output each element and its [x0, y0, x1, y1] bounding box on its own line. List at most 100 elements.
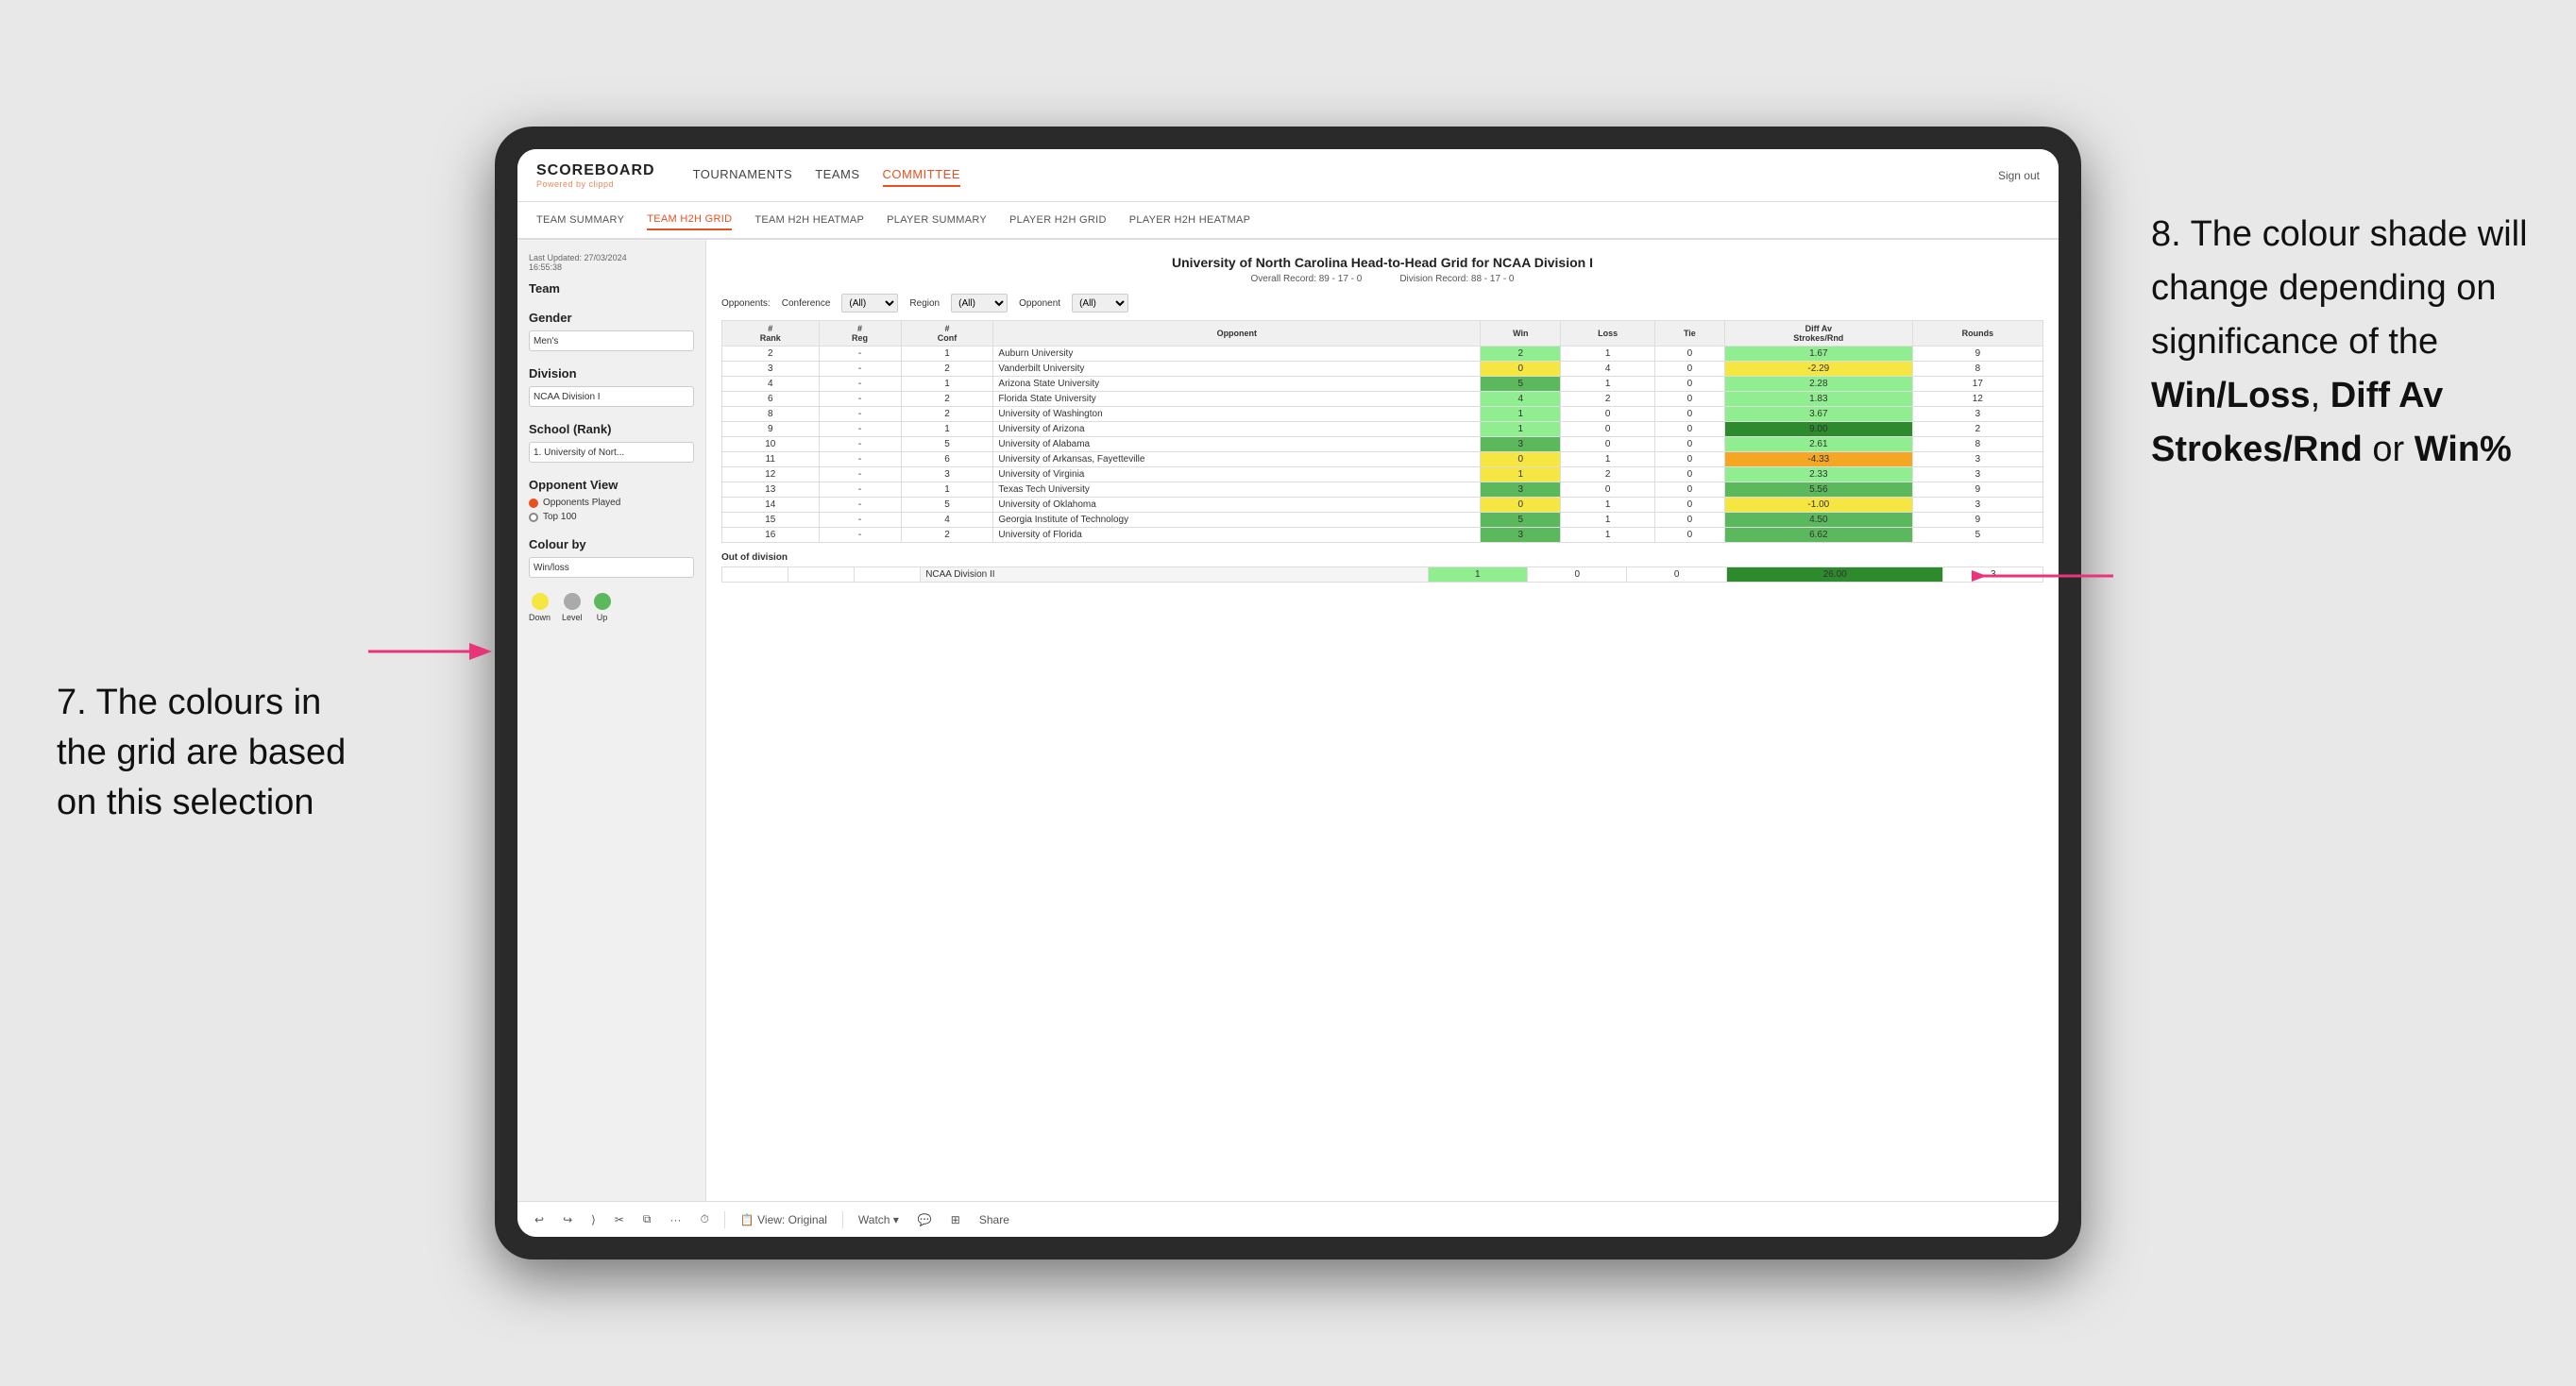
toolbar-divider2 — [842, 1211, 843, 1228]
radio-dot-played — [529, 499, 538, 508]
out-division-name: NCAA Division II — [921, 567, 1428, 583]
tab-player-summary[interactable]: PLAYER SUMMARY — [887, 211, 987, 229]
grid-subtitle: Overall Record: 89 - 17 - 0 Division Rec… — [721, 274, 2043, 284]
arrow-left-svg — [364, 623, 496, 680]
school-select[interactable]: 1. University of Nort... — [529, 442, 694, 463]
watch-button[interactable]: Watch ▾ — [855, 1211, 903, 1228]
annotation-left: 7. The colours in the grid are based on … — [57, 678, 359, 829]
tablet-screen: SCOREBOARD Powered by clippd TOURNAMENTS… — [517, 149, 2059, 1237]
cut-button[interactable]: ✂ — [611, 1211, 628, 1228]
out-of-division-row: NCAA Division II 1 0 0 26.00 3 — [722, 567, 2043, 583]
division-select[interactable]: NCAA Division I — [529, 386, 694, 407]
copy-button[interactable]: ⧉ — [639, 1210, 655, 1228]
colour-by-label: Colour by — [529, 537, 694, 551]
col-diff: Diff AvStrokes/Rnd — [1724, 321, 1912, 346]
toolbar-divider — [724, 1211, 725, 1228]
share-button[interactable]: Share — [975, 1211, 1013, 1228]
nav-teams[interactable]: TEAMS — [815, 163, 859, 187]
table-row: 4 - 1 Arizona State University 5 1 0 2.2… — [722, 377, 2043, 392]
col-rounds: Rounds — [1912, 321, 2042, 346]
legend-level: Level — [562, 593, 583, 622]
col-rank: #Rank — [722, 321, 820, 346]
radio-top100[interactable]: Top 100 — [529, 512, 694, 522]
legend-level-circle — [564, 593, 581, 610]
division-section: Division NCAA Division I — [529, 366, 694, 407]
page-wrapper: 7. The colours in the grid are based on … — [0, 0, 2576, 1386]
sign-out-button[interactable]: Sign out — [1998, 169, 2040, 182]
col-conf: #Conf — [901, 321, 993, 346]
more-button[interactable]: ··· — [666, 1211, 685, 1228]
clock-button[interactable]: ⏱ — [696, 1210, 712, 1228]
forward-button[interactable]: ⟩ — [587, 1211, 600, 1228]
filter-row: Opponents: Conference (All) Region (All)… — [721, 294, 2043, 313]
arrow-right-svg — [1972, 548, 2123, 604]
radio-dot-top100 — [529, 513, 538, 522]
last-updated: Last Updated: 27/03/2024 16:55:38 — [529, 253, 694, 272]
nav-tournaments[interactable]: TOURNAMENTS — [693, 163, 793, 187]
colour-by-select[interactable]: Win/loss — [529, 557, 694, 578]
legend-up-circle — [594, 593, 611, 610]
tab-team-summary[interactable]: TEAM SUMMARY — [536, 211, 624, 229]
out-division-win: 1 — [1428, 567, 1527, 583]
table-row: 9 - 1 University of Arizona 1 0 0 9.00 2 — [722, 422, 2043, 437]
gender-select[interactable]: Men's — [529, 330, 694, 351]
team-label: Team — [529, 281, 694, 296]
redo-button[interactable]: ↪ — [559, 1211, 576, 1228]
opponent-view-section: Opponent View Opponents Played Top 100 — [529, 478, 694, 522]
logo-sub: Powered by clippd — [536, 179, 655, 189]
comments-button[interactable]: 💬 — [914, 1211, 936, 1228]
out-division-tie: 0 — [1627, 567, 1726, 583]
legend-down-circle — [532, 593, 549, 610]
navbar: SCOREBOARD Powered by clippd TOURNAMENTS… — [517, 149, 2059, 202]
table-row: 11 - 6 University of Arkansas, Fayettevi… — [722, 452, 2043, 467]
nav-committee[interactable]: COMMITTEE — [883, 163, 961, 187]
col-loss: Loss — [1561, 321, 1654, 346]
tab-player-h2h-grid[interactable]: PLAYER H2H GRID — [1009, 211, 1107, 229]
colour-by-section: Colour by Win/loss — [529, 537, 694, 578]
table-row: 8 - 2 University of Washington 1 0 0 3.6… — [722, 407, 2043, 422]
conference-label: Conference — [782, 298, 831, 309]
opponent-view-label: Opponent View — [529, 478, 694, 492]
table-row: 2 - 1 Auburn University 2 1 0 1.67 9 — [722, 346, 2043, 362]
tab-player-h2h-heatmap[interactable]: PLAYER H2H HEATMAP — [1129, 211, 1250, 229]
annotation-left-text: 7. The colours in the grid are based on … — [57, 683, 346, 822]
h2h-table: #Rank #Reg #Conf Opponent Win Loss Tie D… — [721, 320, 2043, 543]
conference-filter[interactable]: (All) — [841, 294, 898, 313]
left-panel: Last Updated: 27/03/2024 16:55:38 Team G… — [517, 240, 706, 1201]
grid-area: University of North Carolina Head-to-Hea… — [706, 240, 2059, 1201]
division-label: Division — [529, 366, 694, 380]
col-opponent: Opponent — [993, 321, 1481, 346]
table-row: 16 - 2 University of Florida 3 1 0 6.62 … — [722, 528, 2043, 543]
out-of-division-table: NCAA Division II 1 0 0 26.00 3 — [721, 566, 2043, 583]
legend-up: Up — [594, 593, 611, 622]
layout-button[interactable]: ⊞ — [947, 1211, 964, 1228]
annotation-right: 8. The colour shade will change dependin… — [2151, 208, 2548, 477]
grid-title: University of North Carolina Head-to-Hea… — [721, 255, 2043, 270]
school-label: School (Rank) — [529, 422, 694, 436]
school-section: School (Rank) 1. University of Nort... — [529, 422, 694, 463]
radio-opponents-played[interactable]: Opponents Played — [529, 498, 694, 508]
region-filter[interactable]: (All) — [951, 294, 1008, 313]
table-row: 3 - 2 Vanderbilt University 0 4 0 -2.29 … — [722, 362, 2043, 377]
legend-row: Down Level Up — [529, 593, 694, 622]
tab-team-h2h-grid[interactable]: TEAM H2H GRID — [647, 210, 732, 230]
col-tie: Tie — [1654, 321, 1724, 346]
team-section: Team — [529, 281, 694, 296]
out-of-division-label: Out of division — [721, 552, 2043, 563]
logo-title: SCOREBOARD — [536, 162, 655, 179]
annotation-bold3: Win% — [2415, 430, 2512, 469]
gender-label: Gender — [529, 311, 694, 325]
main-content: Last Updated: 27/03/2024 16:55:38 Team G… — [517, 240, 2059, 1201]
tab-team-h2h-heatmap[interactable]: TEAM H2H HEATMAP — [754, 211, 864, 229]
table-row: 13 - 1 Texas Tech University 3 0 0 5.56 … — [722, 482, 2043, 498]
table-row: 10 - 5 University of Alabama 3 0 0 2.61 … — [722, 437, 2043, 452]
undo-button[interactable]: ↩ — [531, 1211, 548, 1228]
annotation-right-text1: 8. The colour shade will change dependin… — [2151, 214, 2528, 362]
legend-down: Down — [529, 593, 551, 622]
region-label: Region — [909, 298, 940, 309]
view-original-button[interactable]: 📋 View: Original — [737, 1211, 831, 1228]
overall-record: Overall Record: 89 - 17 - 0 — [1251, 274, 1363, 284]
sub-tabs: TEAM SUMMARY TEAM H2H GRID TEAM H2H HEAT… — [517, 202, 2059, 240]
opponent-filter[interactable]: (All) — [1072, 294, 1128, 313]
col-reg: #Reg — [819, 321, 901, 346]
